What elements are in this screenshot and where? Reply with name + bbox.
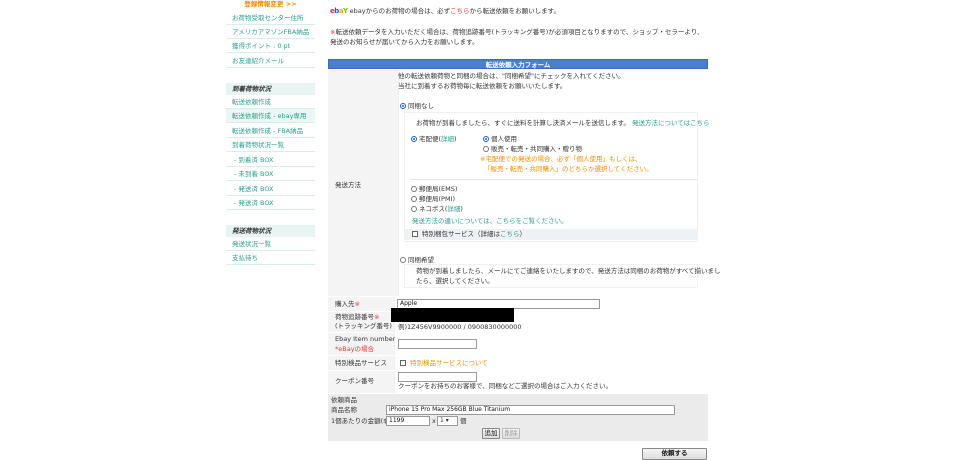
no-bundle-note: お荷物が到着しましたら、すぐに送料を計算し決済メールを送信します。 発送方法につ… bbox=[416, 119, 710, 127]
radio-nekopos[interactable] bbox=[411, 206, 417, 212]
option-ems[interactable]: 郵便局(EMS) bbox=[411, 185, 457, 194]
price-input[interactable]: 1199 bbox=[386, 416, 430, 426]
method-label: 発送方法 bbox=[335, 181, 361, 189]
coupon-input[interactable] bbox=[398, 372, 477, 382]
bundle-note-2: たら、選択してください。 bbox=[416, 277, 494, 285]
option-inspect[interactable]: 特別検品サービスについて bbox=[400, 359, 488, 368]
ebay-item-note: *eBayの場合 bbox=[335, 345, 375, 353]
tracking-example: 例)1Z456V9900000 / 0900830000000 bbox=[398, 323, 522, 331]
tracking-notice: ※転送依頼データを入力いただく場合は、荷物追跡番号(トラッキング番号)が必須項目… bbox=[330, 28, 704, 36]
option-personal[interactable]: 個人使用 bbox=[483, 135, 517, 144]
buyer-label: 購入先※ bbox=[335, 300, 360, 308]
inspect-label: 特別検品サービス bbox=[335, 359, 387, 367]
takuhaibin-warning-1: ※宅配便での発送の場合、必ず「個人使用」もしくは、 bbox=[480, 155, 642, 163]
coupon-label: クーポン番号 bbox=[335, 377, 374, 385]
sidebar: 登録情報変更 >> お荷物受取センター住所 アメリカアマゾンFBA納品 獲得ポイ… bbox=[226, 0, 315, 270]
option-takuhaibin[interactable]: 宅配便(詳細) bbox=[411, 135, 457, 144]
sidebar-item-shipped-box-2[interactable]: - 発送済 BOX bbox=[226, 196, 315, 210]
nekopos-detail-link[interactable]: 詳細 bbox=[447, 205, 460, 213]
sidebar-item-shipment-list[interactable]: 発送状況一覧 bbox=[226, 237, 315, 251]
sidebar-item-create-request[interactable]: 転送依頼作成 bbox=[226, 95, 315, 109]
sidebar-item-shipped-box[interactable]: - 発送済 BOX bbox=[226, 182, 315, 196]
coupon-note: クーポンをお持ちのお客様で、同梱などご選択の場合はご入力ください。 bbox=[398, 382, 613, 390]
sidebar-section-shipments: 発送荷物状況 bbox=[226, 225, 315, 237]
option-pmi[interactable]: 郵便局(PMI) bbox=[411, 195, 455, 204]
ebay-request-link[interactable]: こちら bbox=[450, 7, 470, 15]
radio-takuhaibin[interactable] bbox=[411, 136, 417, 142]
bundle-intro-2: 当社に到着するお荷物毎に転送依頼をお願いいたします。 bbox=[398, 82, 567, 90]
bundle-intro-1: 他の転送依頼荷物と同梱の場合は、"同梱希望"にチェックを入れてください。 bbox=[398, 72, 625, 80]
option-commercial[interactable]: 販売・転売・共同購入・贈り物 bbox=[483, 145, 582, 154]
option-no-bundle[interactable]: 同梱なし bbox=[400, 102, 434, 111]
takuhaibin-detail-link[interactable]: 詳細 bbox=[441, 135, 454, 143]
sidebar-item-awaiting-payment[interactable]: 支払待ち bbox=[226, 251, 315, 265]
ebay-item-input[interactable] bbox=[398, 339, 477, 349]
price-label: 1個あたりの金額($) bbox=[331, 417, 390, 425]
inspect-checkbox[interactable] bbox=[400, 360, 406, 366]
qty-unit: 個 bbox=[460, 417, 467, 425]
delete-button[interactable]: 削除 bbox=[502, 428, 520, 439]
sidebar-item-create-request-fba[interactable]: 転送依頼作成 - FBA納品 bbox=[226, 124, 315, 138]
sidebar-item-points[interactable]: 獲得ポイント : 0 pt bbox=[226, 39, 315, 53]
sidebar-item-referral[interactable]: お友達紹介メール bbox=[226, 54, 315, 68]
times-sign: x bbox=[432, 417, 436, 425]
goods-header: 依頼商品 bbox=[331, 396, 357, 404]
shipping-diff-link[interactable]: 発送方法の違いについては、こちらをご覧ください。 bbox=[412, 217, 568, 226]
product-label: 商品名称 bbox=[331, 406, 357, 414]
product-input[interactable]: iPhone 15 Pro Max 256GB Blue Titanium bbox=[386, 405, 675, 415]
add-button[interactable]: 追加 bbox=[482, 428, 500, 439]
option-special-pack[interactable]: 特別梱包サービス（詳細はこちら） bbox=[412, 230, 526, 239]
sidebar-section-arrivals: 到着荷物状況 bbox=[226, 83, 315, 95]
sidebar-item-amazon-fba[interactable]: アメリカアマゾンFBA納品 bbox=[226, 25, 315, 39]
bundle-note-1: 荷物が到着しましたら、メールにてご連絡をいたしますので、発送方法は同梱のお荷物が… bbox=[416, 267, 721, 275]
edit-profile-link[interactable]: 登録情報変更 >> bbox=[226, 0, 315, 9]
sidebar-item-create-request-ebay[interactable]: 転送依頼作成 - ebay専用 bbox=[226, 109, 315, 123]
inspect-link[interactable]: 特別検品サービスについて bbox=[410, 359, 488, 367]
radio-bundle[interactable] bbox=[400, 257, 406, 263]
tracking-notice-2: 発送のお知らせが届いてから入力をお願いします。 bbox=[330, 38, 479, 46]
radio-ems[interactable] bbox=[411, 186, 417, 192]
shipping-method-link[interactable]: 発送方法についてはこちら bbox=[632, 119, 710, 127]
sidebar-item-not-arrived-box[interactable]: - 未到着 BOX bbox=[226, 167, 315, 181]
sidebar-item-arrival-list[interactable]: 到着荷物状況一覧 bbox=[226, 138, 315, 152]
submit-button[interactable]: 依頼する bbox=[642, 448, 707, 460]
sidebar-item-warehouse-address[interactable]: お荷物受取センター住所 bbox=[226, 11, 315, 25]
tracking-label: 荷物追跡番号※ bbox=[335, 313, 380, 321]
qty-select[interactable]: 1 ▾ bbox=[437, 416, 458, 426]
takuhaibin-warning-2: 「販売・転売・共同購入」のどちらか選択してください。 bbox=[484, 165, 653, 173]
special-pack-link[interactable]: こちら bbox=[500, 230, 520, 238]
radio-personal[interactable] bbox=[483, 136, 489, 142]
tracking-input[interactable] bbox=[391, 308, 514, 322]
divider bbox=[410, 179, 698, 180]
option-nekopos[interactable]: ネコポス(詳細) bbox=[411, 205, 463, 214]
ebay-logo: ebaY bbox=[330, 7, 348, 15]
form-title-bar: 転送依頼入力フォーム bbox=[328, 59, 708, 69]
tracking-label-sub: (トラッキング番号) bbox=[335, 322, 392, 330]
ebay-notice: ebaY ebayからのお荷物の場合は、必ずこちらから転送依頼をお願いします。 bbox=[330, 7, 560, 15]
sidebar-item-arrived-box[interactable]: - 到着済 BOX bbox=[226, 153, 315, 167]
ebay-item-label: Ebay Item number bbox=[335, 335, 396, 343]
radio-commercial[interactable] bbox=[483, 146, 489, 152]
special-pack-checkbox[interactable] bbox=[412, 231, 418, 237]
radio-no-bundle[interactable] bbox=[400, 103, 406, 109]
radio-pmi[interactable] bbox=[411, 196, 417, 202]
